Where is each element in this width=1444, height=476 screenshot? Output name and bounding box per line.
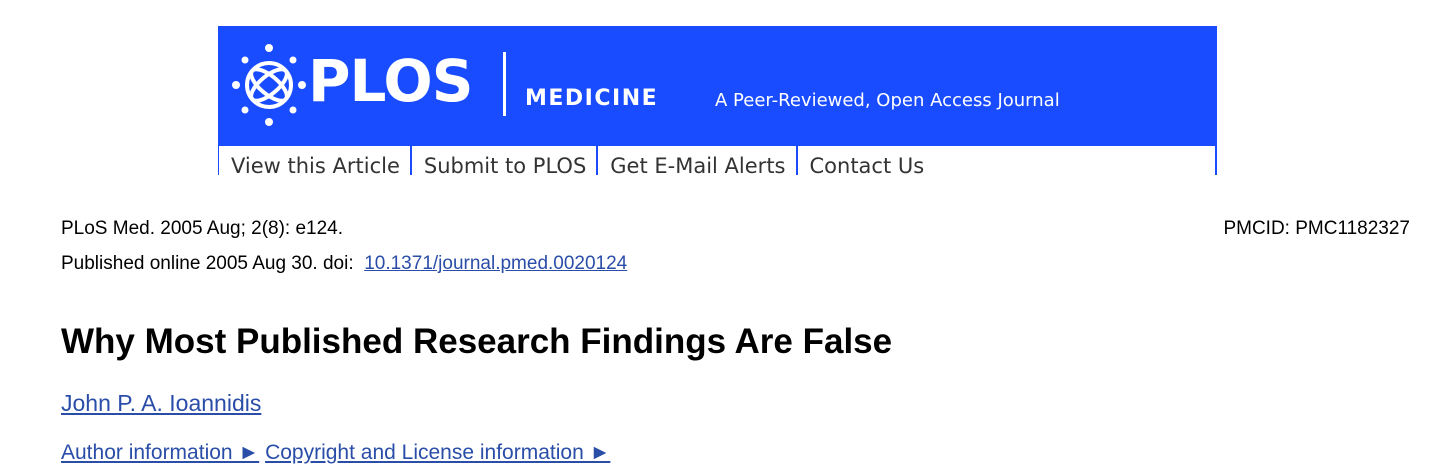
published-line: Published online 2005 Aug 30. doi: 10.13… — [61, 253, 627, 275]
plos-wordmark: PLOS — [308, 47, 473, 115]
journal-tagline: A Peer-Reviewed, Open Access Journal — [715, 90, 1060, 111]
nav-email-alerts[interactable]: Get E-Mail Alerts — [598, 146, 798, 178]
nav-submit[interactable]: Submit to PLOS — [412, 146, 599, 178]
logo-divider — [503, 52, 506, 116]
doi-link[interactable]: 10.1371/journal.pmed.0020124 — [364, 253, 627, 274]
author-link[interactable]: John P. A. Ioannidis — [61, 390, 261, 416]
author-info-link[interactable]: Author information ► — [61, 441, 259, 464]
pmcid: PMCID: PMC1182327 — [1223, 218, 1410, 239]
citation: PLoS Med. 2005 Aug; 2(8): e124. — [61, 218, 344, 239]
nav-contact[interactable]: Contact Us — [798, 146, 935, 178]
plos-logo[interactable]: PLOS MEDICINE A Peer-Reviewed, Open Acce… — [228, 40, 1060, 130]
journal-name: MEDICINE — [525, 86, 659, 111]
article-title: Why Most Published Research Findings Are… — [61, 322, 893, 361]
info-links: Author information ► Copyright and Licen… — [61, 441, 610, 465]
nav-view-article[interactable]: View this Article — [219, 146, 412, 178]
published-prefix: Published online 2005 Aug 30. doi: — [61, 253, 354, 274]
copyright-info-link[interactable]: Copyright and License information ► — [265, 441, 610, 464]
author-line: John P. A. Ioannidis — [61, 390, 261, 417]
journal-banner: PLOS MEDICINE A Peer-Reviewed, Open Acce… — [218, 26, 1217, 178]
plos-logo-icon — [232, 44, 306, 126]
journal-nav: View this Article Submit to PLOS Get E-M… — [219, 146, 1215, 178]
